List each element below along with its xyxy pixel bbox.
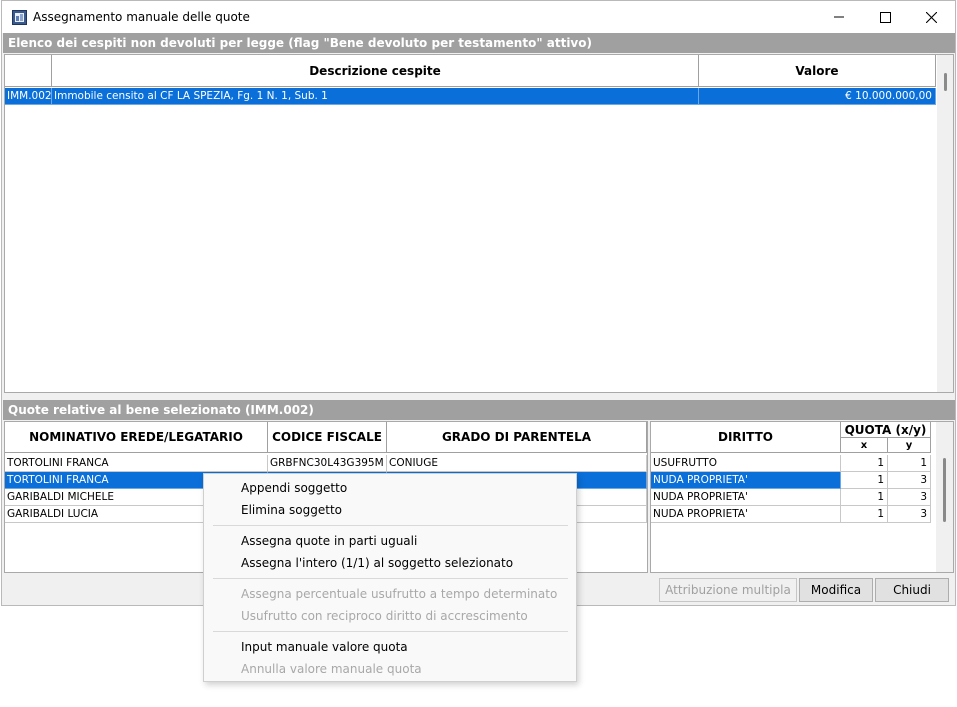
edit-button[interactable]: Modifica	[799, 578, 873, 602]
title-bar: Assegnamento manuale delle quote	[2, 1, 955, 33]
minimize-button[interactable]	[816, 1, 862, 33]
heir-name: TORTOLINI FRANCA	[5, 455, 268, 472]
quota-y[interactable]: 1	[888, 455, 931, 472]
app-window-icon	[12, 10, 27, 25]
assets-scroll-thumb[interactable]	[944, 73, 947, 91]
right-name: USUFRUTTO	[651, 455, 841, 472]
right-name: NUDA PROPRIETA'	[651, 472, 841, 489]
window-title: Assegnamento manuale delle quote	[33, 10, 250, 24]
rights-header-quota: QUOTA (x/y)	[841, 422, 931, 438]
menu-item-assign-whole[interactable]: Assegna l'intero (1/1) al soggetto selez…	[241, 552, 513, 574]
menu-item-delete-subject[interactable]: Elimina soggetto	[241, 499, 342, 521]
maximize-button[interactable]	[862, 1, 908, 33]
menu-item-cancel-manual-quota: Annulla valore manuale quota	[241, 662, 422, 676]
menu-separator	[213, 578, 568, 579]
assets-header-description[interactable]: Descrizione cespite	[52, 55, 699, 87]
quota-y[interactable]: 3	[888, 489, 931, 506]
rights-scrollbar[interactable]	[936, 422, 953, 572]
menu-separator	[213, 631, 568, 632]
multiple-assignment-button[interactable]: Attribuzione multipla	[659, 578, 797, 602]
heir-cf: GRBFNC30L43G395M	[268, 455, 387, 472]
asset-value: € 10.000.000,00	[699, 88, 936, 105]
menu-item-equal-shares[interactable]: Assegna quote in parti uguali	[241, 530, 417, 552]
rights-scroll-thumb[interactable]	[943, 458, 946, 522]
assets-scrollbar[interactable]	[937, 55, 953, 392]
right-row[interactable]: NUDA PROPRIETA' 1 3	[651, 506, 931, 523]
minimize-icon	[834, 16, 844, 18]
rights-header-right[interactable]: DIRITTO	[651, 422, 841, 453]
asset-code: IMM.002	[5, 88, 52, 105]
heirs-header-cf[interactable]: CODICE FISCALE	[268, 422, 387, 453]
context-menu: Appendi soggetto Elimina soggetto Assegn…	[203, 473, 577, 682]
right-name: NUDA PROPRIETA'	[651, 489, 841, 506]
quota-x[interactable]: 1	[841, 489, 888, 506]
menu-item-usufruct-percentage: Assegna percentuale usufrutto a tempo de…	[241, 587, 558, 601]
heir-row[interactable]: TORTOLINI FRANCA GRBFNC30L43G395M CONIUG…	[5, 455, 647, 472]
quota-x[interactable]: 1	[841, 472, 888, 489]
assets-table[interactable]: Descrizione cespite Valore IMM.002 Immob…	[4, 54, 954, 393]
close-dialog-button[interactable]: Chiudi	[875, 578, 949, 602]
quota-y[interactable]: 3	[888, 506, 931, 523]
assets-header-value[interactable]: Valore	[699, 55, 936, 87]
menu-item-reciprocal-usufruct: Usufrutto con reciproco diritto di accre…	[241, 609, 528, 623]
quotes-section-header: Quote relative al bene selezionato (IMM.…	[3, 400, 955, 420]
menu-separator	[213, 525, 568, 526]
asset-description: Immobile censito al CF LA SPEZIA, Fg. 1 …	[52, 88, 699, 105]
quota-x[interactable]: 1	[841, 506, 888, 523]
assets-header-code[interactable]	[5, 55, 52, 87]
quota-y[interactable]: 3	[888, 472, 931, 489]
asset-row[interactable]: IMM.002 Immobile censito al CF LA SPEZIA…	[5, 88, 936, 105]
assets-section-header: Elenco dei cespiti non devoluti per legg…	[3, 33, 955, 53]
close-button[interactable]	[908, 1, 954, 33]
menu-item-append-subject[interactable]: Appendi soggetto	[241, 477, 347, 499]
rights-table[interactable]: DIRITTO QUOTA (x/y) x y USUFRUTTO 1 1 NU…	[650, 421, 954, 573]
right-row[interactable]: NUDA PROPRIETA' 1 3	[651, 472, 931, 489]
heirs-header-grade[interactable]: GRADO DI PARENTELA	[387, 422, 647, 453]
right-row[interactable]: USUFRUTTO 1 1	[651, 455, 931, 472]
menu-item-manual-quota-input[interactable]: Input manuale valore quota	[241, 636, 408, 658]
close-icon	[925, 11, 937, 23]
rights-header-y: y	[888, 438, 931, 453]
maximize-icon	[879, 11, 891, 23]
rights-header-x: x	[841, 438, 888, 453]
right-name: NUDA PROPRIETA'	[651, 506, 841, 523]
quota-x[interactable]: 1	[841, 455, 888, 472]
heir-grade: CONIUGE	[387, 455, 647, 472]
heirs-header-name[interactable]: NOMINATIVO EREDE/LEGATARIO	[5, 422, 268, 453]
right-row[interactable]: NUDA PROPRIETA' 1 3	[651, 489, 931, 506]
